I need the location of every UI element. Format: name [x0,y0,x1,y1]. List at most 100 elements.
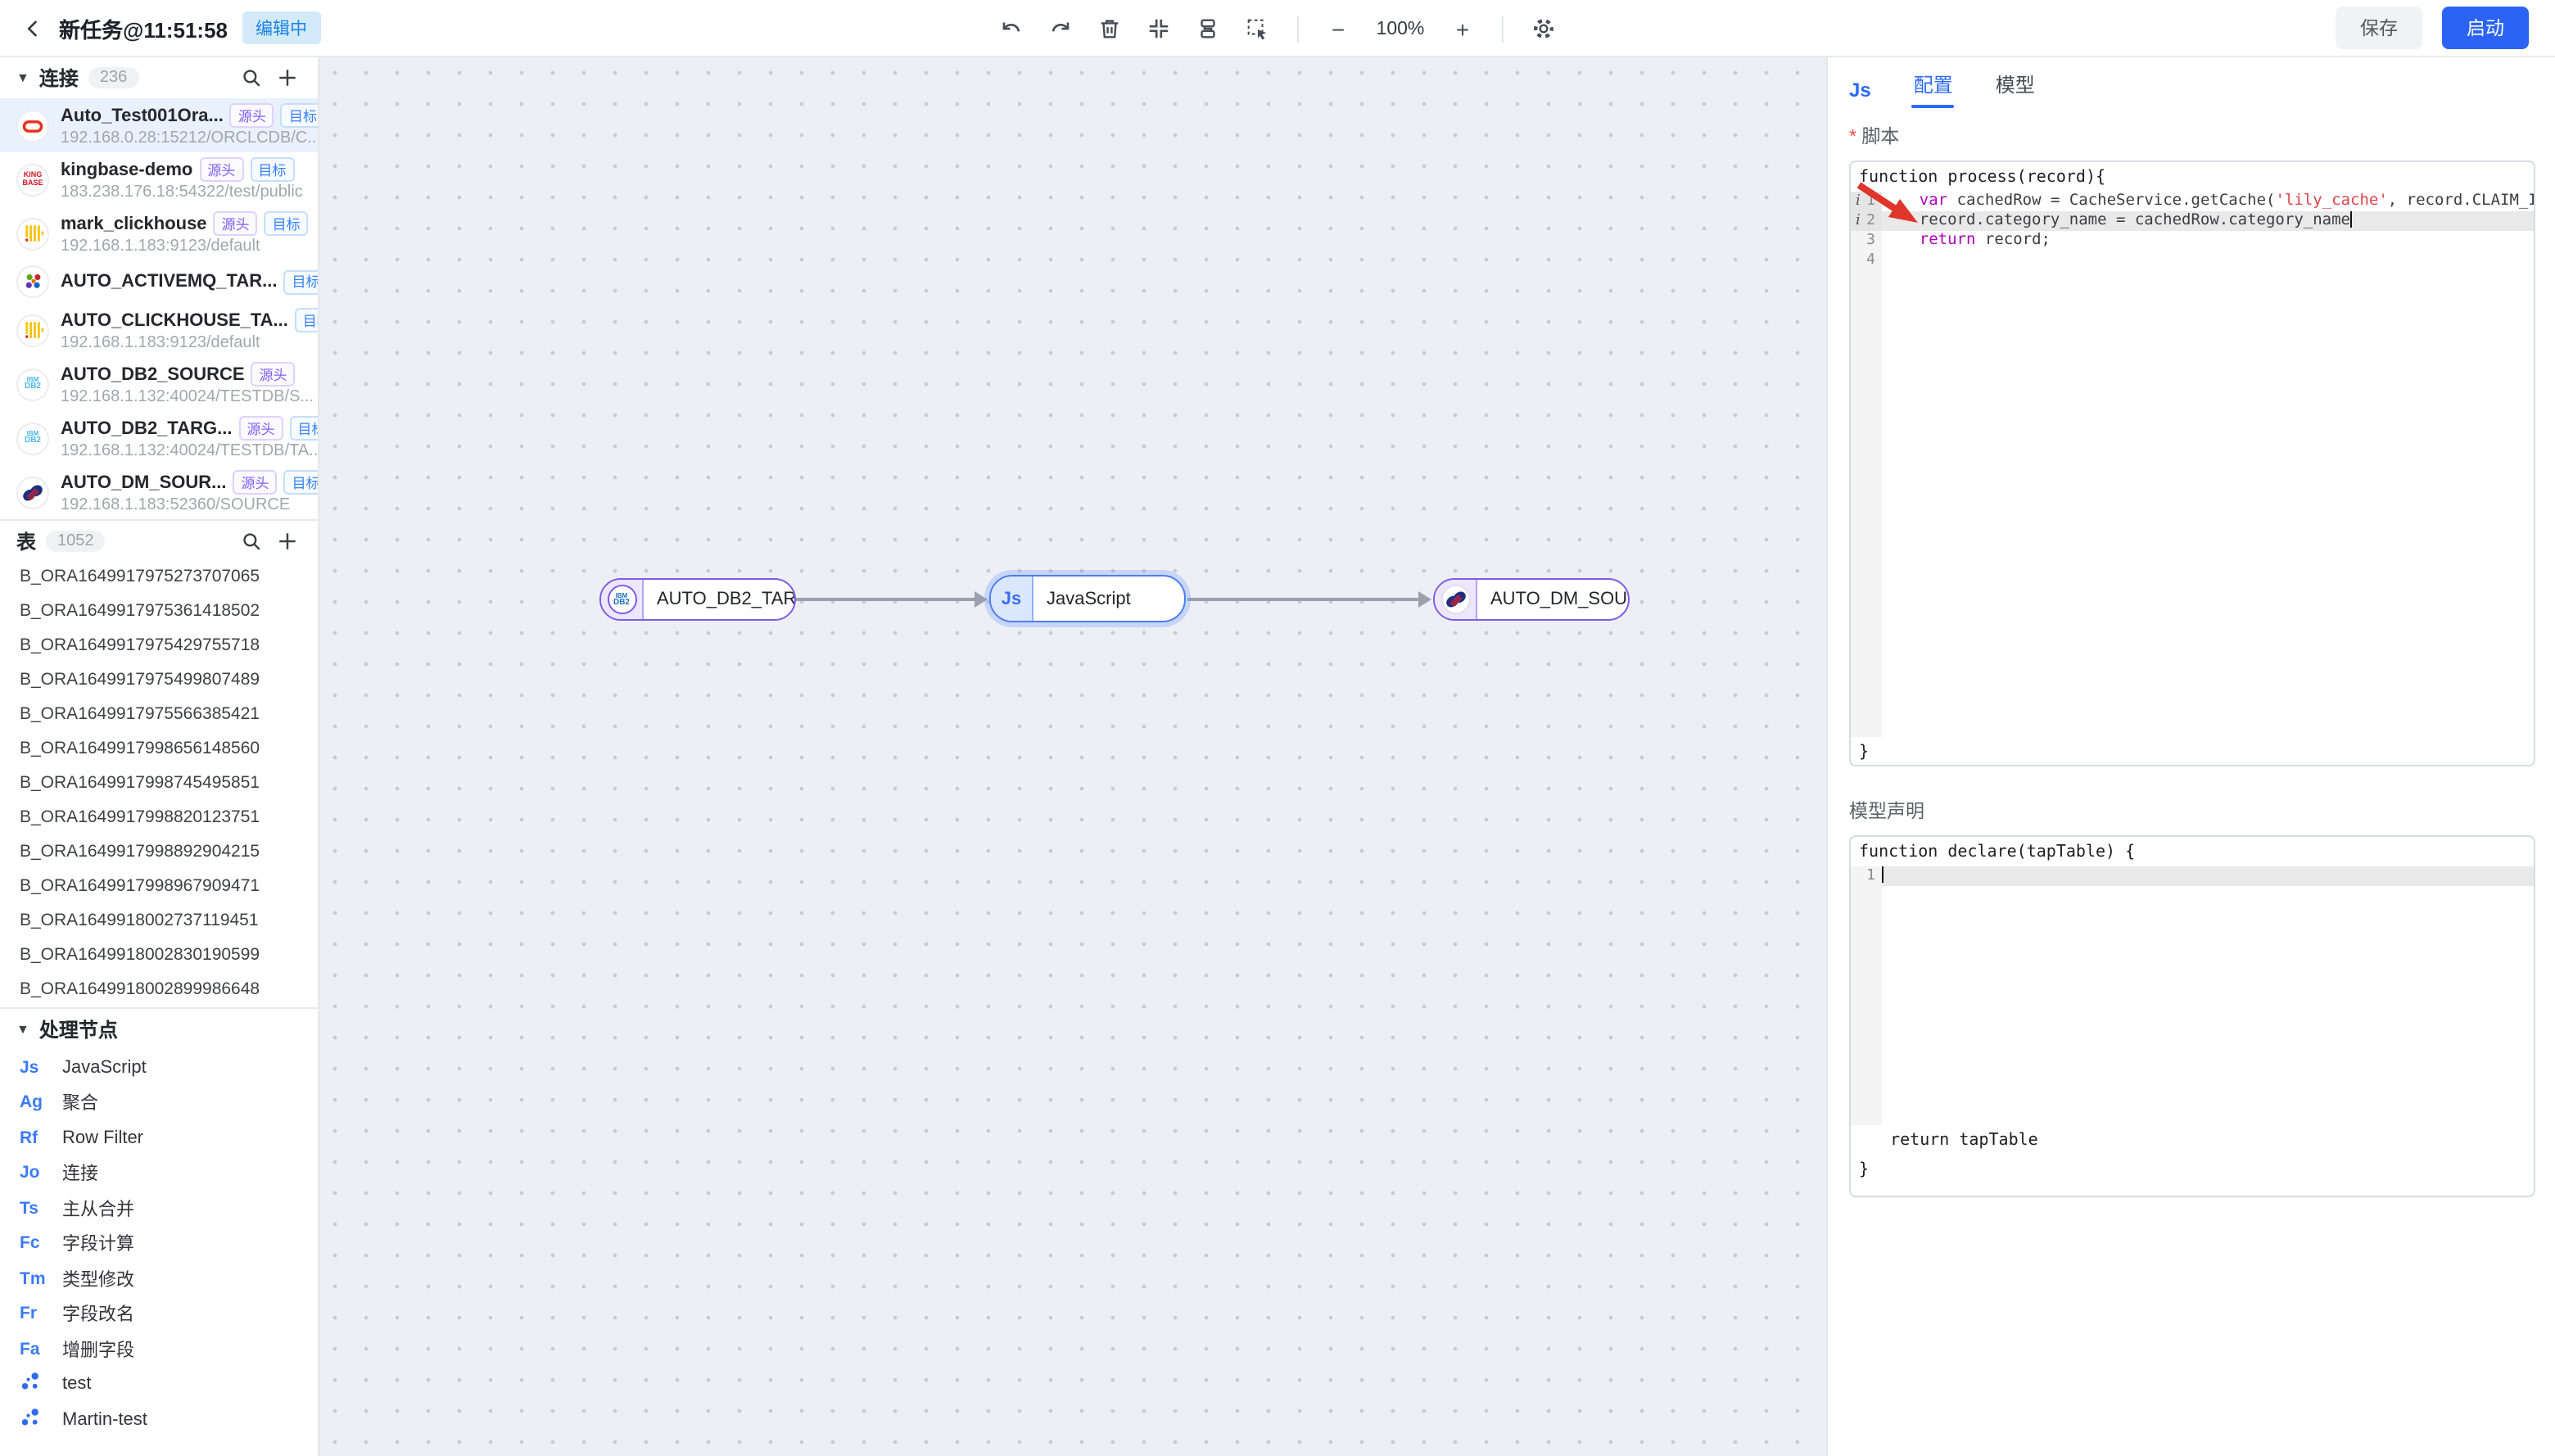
connection-item-body: AUTO_ACTIVEMQ_TAR... 目标 [61,269,318,294]
source-tag: 源头 [213,211,258,236]
start-button[interactable]: 启动 [2442,7,2529,49]
editor-gutter: 1 [1851,866,1882,1125]
process-node-item[interactable]: Fc 字段计算 [0,1226,318,1261]
process-node-item[interactable]: Fa 增删字段 [0,1332,318,1367]
db2-icon: IBM DB2 [601,580,644,619]
source-tag: 源头 [251,362,296,387]
connection-item[interactable]: Auto_Test001Ora... 源头 目标 192.168.0.28:15212… [0,98,318,152]
connection-item[interactable]: IBMDB2 AUTO_DB2_TARG...源头目标192.168.1.132:… [0,411,318,465]
process-node-item[interactable]: Ts 主从合并 [0,1191,318,1226]
tab-config[interactable]: 配置 [1914,70,1953,108]
connection-name: AUTO_DB2_TARG... [61,418,233,438]
chevron-down-icon[interactable]: ▼ [16,1022,29,1037]
process-node-item[interactable]: Martin-test [0,1402,318,1437]
search-icon[interactable] [241,530,262,551]
code-line[interactable]: var cachedRow = CacheService.getCache('l… [1882,192,2534,211]
process-node-label: 聚合 [62,1094,98,1115]
connection-item-body: kingbase-demo 源头 目标 183.238.176.18:54322/te… [61,157,303,201]
plus-icon[interactable] [277,530,298,551]
js-icon: Js [991,577,1033,621]
connection-address: 192.168.1.183:9123/default [61,237,260,255]
connection-name: kingbase-demo [61,160,193,179]
search-icon[interactable] [241,67,262,88]
process-node-label: 类型修改 [62,1270,134,1291]
code-line[interactable] [1882,866,2534,886]
flow-node-javascript[interactable]: Js JavaScript [989,575,1186,622]
connections-list: Auto_Test001Ora... 源头 目标 192.168.0.28:15212… [0,98,318,519]
connection-item[interactable]: AUTO_DM_SOUR... 源头 目标 192.168.1.183:52360/S… [0,465,318,519]
node-label: AUTO_DB2_TARG... [657,590,796,609]
fit-view-icon[interactable] [1145,15,1173,43]
process-node-item[interactable]: Rf Row Filter [0,1120,318,1155]
zoom-in-icon[interactable]: + [1449,16,1476,42]
plus-icon[interactable] [277,67,298,88]
tab-model[interactable]: 模型 [1996,70,2035,108]
fa-node-icon: Fa [20,1339,40,1359]
table-list-item[interactable]: B_ORA1649917998967909471 [0,870,318,904]
editor-code-area[interactable]: var cachedRow = CacheService.getCache('l… [1882,192,2534,737]
process-nodes-list: Js JavaScript Ag 聚合 Rf Row Filter Jo 连接 Ts 主从合并 Fc… [0,1050,318,1437]
gutter-line-number: 4 [1866,252,1875,269]
connection-item[interactable]: AUTO_CLICKHOUSE_TA... 目标 192.168.1.183:912… [0,303,318,357]
flow-canvas[interactable]: IBMDB2 AUTO_DB2_TARG... Js JavaScript AU… [319,57,1826,1456]
flow-node-db2-target[interactable]: IBMDB2 AUTO_DB2_TARG... [599,578,796,621]
script-field-label: 脚本 [1849,123,2535,149]
delete-icon[interactable] [1096,15,1124,43]
editor-code-area[interactable] [1882,866,2534,1125]
connection-name: Auto_Test001Ora... [61,106,224,125]
process-node-label: 连接 [62,1164,98,1185]
code-return-line: return tapTable [1870,1132,2038,1150]
process-node-label: test [62,1374,92,1395]
connection-item[interactable]: AUTO_ACTIVEMQ_TAR... 目标 [0,260,318,303]
table-list-item[interactable]: B_ORA1649917998820123751 [0,801,318,835]
gear-icon[interactable] [1530,15,1558,43]
code-line[interactable] [1882,251,2534,270]
table-list-item[interactable]: B_ORA1649918002899986648 [0,973,318,1007]
table-list-item[interactable]: B_ORA1649917975429755718 [0,629,318,663]
table-list-item[interactable]: B_ORA1649917998745495851 [0,766,318,801]
connection-item[interactable]: IBM DB2 AUTO_DB2_SOURCE 源头 192.168.1.132:400… [0,357,318,411]
jo-node-icon: Jo [20,1163,40,1183]
process-node-item[interactable]: Js JavaScript [0,1050,318,1085]
chevron-down-icon[interactable]: ▼ [16,70,29,85]
node-label: AUTO_DM_SOUR... [1490,590,1628,609]
table-list-item[interactable]: B_ORA1649917975499807489 [0,663,318,698]
code-line[interactable]: return record; [1882,231,2534,251]
table-list-item[interactable]: B_ORA1649917975566385421 [0,698,318,732]
connection-item-body: AUTO_DB2_SOURCE 源头 192.168.1.132:40024/TES… [61,362,314,406]
code-footer: } [1859,1161,1870,1179]
table-list-item[interactable]: B_ORA1649917975361418502 [0,595,318,629]
dm-icon [1435,580,1477,619]
gutter-line-number: 3 [1866,233,1875,249]
connection-item[interactable]: KING BASE kingbase-demo 源头 目标 183.238.176.18:… [0,152,318,206]
auto-layout-icon[interactable] [1194,15,1222,43]
connection-address: 192.168.1.132:40024/TESTDB/S... [61,388,314,406]
process-node-item[interactable]: Tm 类型修改 [0,1261,318,1296]
redo-icon[interactable] [1047,15,1074,43]
table-list-item[interactable]: B_ORA1649917975273707065 [0,560,318,595]
connection-item[interactable]: mark_clickhouse 源头 目标 192.168.1.183:9123/de… [0,206,318,260]
process-node-item[interactable]: test [0,1367,318,1402]
table-list-item[interactable]: B_ORA1649917998656148560 [0,732,318,766]
table-list-item[interactable]: B_ORA1649918002830190599 [0,938,318,973]
task-title: 新任务@11:51:58 [59,17,228,42]
process-node-item[interactable]: Ag 聚合 [0,1085,318,1120]
table-list-item[interactable]: B_ORA1649917998892904215 [0,835,318,870]
script-code-editor[interactable]: function process(record){ i1i2 3 4 var cac… [1849,161,2535,766]
process-node-item[interactable]: Fr 字段改名 [0,1296,318,1332]
model-code-editor[interactable]: function declare(tapTable) { 1 return ta… [1849,835,2535,1197]
code-line[interactable]: record.category_name = cachedRow.categor… [1882,211,2534,231]
process-node-item[interactable]: Jo 连接 [0,1155,318,1191]
table-list-item[interactable]: B_ORA1649918002737119451 [0,904,318,938]
connection-item-body: mark_clickhouse 源头 目标 192.168.1.183:9123/de… [61,211,309,255]
db2-icon: IBM DB2 [16,368,49,400]
molecule-icon [20,1372,49,1398]
undo-icon[interactable] [997,15,1025,43]
js-node-icon: Js [20,1057,39,1078]
save-button[interactable]: 保存 [2336,7,2422,49]
zoom-out-icon[interactable]: − [1325,16,1351,42]
box-select-icon[interactable] [1243,15,1271,43]
flow-node-dm-source[interactable]: AUTO_DM_SOUR... [1433,578,1630,621]
connection-address: 192.168.1.183:9123/default [61,334,260,352]
back-chevron-icon[interactable] [23,17,44,38]
